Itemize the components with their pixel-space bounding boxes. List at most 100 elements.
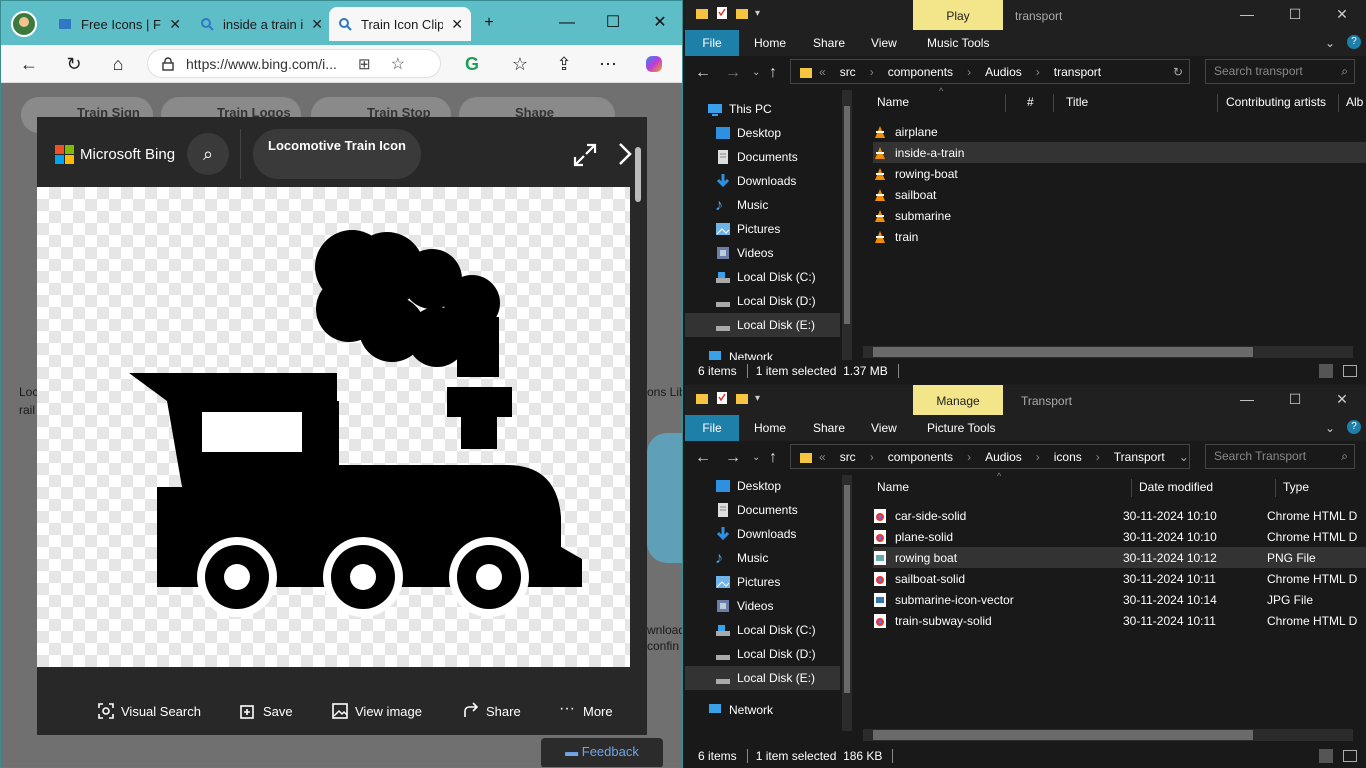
forward-arrow-icon[interactable]: → [725,449,741,467]
column-separator[interactable] [1131,479,1132,497]
tab-train-icon-clip[interactable]: Train Icon Clip ✕ [329,7,471,41]
ribbon-collapse-icon[interactable]: ⌄ [1325,415,1335,441]
chevron-right-icon[interactable] [615,139,635,169]
nav-network[interactable]: Network [685,698,840,722]
column-separator[interactable] [1275,479,1276,497]
context-tab-manage[interactable]: Manage [913,385,1003,415]
share-button[interactable]: Share [462,702,521,720]
bing-logo[interactable]: Microsoft Bing [55,145,175,164]
share-icon[interactable]: ⇪ [551,51,577,77]
address-bar[interactable]: https://www.bing.com/i... ⊞ ☆ [147,49,441,78]
nav-documents[interactable]: Documents [685,145,840,169]
horizontal-scrollbar[interactable] [863,346,1353,358]
nav-music[interactable]: ♪ Music [685,193,840,217]
path-box[interactable]: « src › components › Audios › icons › Transp… [790,444,1190,469]
more-menu-icon[interactable]: ⋯ [595,51,621,77]
file-row[interactable]: submarine-icon-vector 30-11-2024 10:14 JPG… [873,589,1366,610]
nav-local-disk-c[interactable]: Local Disk (C:) [685,618,840,642]
minimize-icon[interactable]: — [1237,6,1257,22]
file-row[interactable]: plane-solid 30-11-2024 10:10 Chrome HTML D [873,526,1366,547]
up-arrow-icon[interactable]: ↑ [769,64,777,82]
back-arrow-icon[interactable]: ← [695,449,711,467]
path-box[interactable]: « src › components › Audios › transport ↻ [790,59,1190,84]
folder-icon[interactable] [695,6,709,20]
column-separator[interactable] [1053,94,1054,112]
file-row[interactable]: submarine [873,205,1366,226]
ribbon-tab-share[interactable]: Share [813,30,845,56]
copilot-icon[interactable] [641,51,667,77]
nav-pictures[interactable]: Pictures [685,217,840,241]
horizontal-scrollbar[interactable] [863,729,1353,741]
home-icon[interactable]: ⌂ [105,51,131,77]
file-row[interactable]: sailboat [873,184,1366,205]
back-arrow-icon[interactable]: ← [16,51,42,77]
favorites-icon[interactable]: ☆ [507,51,533,77]
help-icon[interactable]: ? [1347,35,1361,49]
nav-local-disk-d[interactable]: Local Disk (D:) [685,642,840,666]
scrollbar-thumb[interactable] [873,730,1253,740]
back-arrow-icon[interactable]: ← [695,64,711,82]
path-overflow[interactable]: « [819,65,826,79]
path-segment[interactable]: components [888,65,953,79]
details-view-icon[interactable] [1319,364,1333,378]
new-tab-icon[interactable]: + [477,11,501,35]
file-row[interactable]: airplane [873,121,1366,142]
close-tab-icon[interactable]: ✕ [451,16,463,33]
file-row[interactable]: rowing-boat [873,163,1366,184]
lock-icon[interactable] [162,56,174,71]
nav-local-disk-e[interactable]: Local Disk (E:) [685,313,840,337]
path-segment[interactable]: src [840,65,856,79]
close-window-icon[interactable]: ✕ [1332,391,1352,408]
nav-this-pc[interactable]: This PC [685,97,840,121]
column-header-type[interactable]: Type [1283,475,1309,499]
favorite-star-icon[interactable]: ☆ [391,54,405,74]
file-row[interactable]: car-side-solid 30-11-2024 10:10 Chrome HTM… [873,505,1366,526]
properties-icon[interactable] [715,6,729,20]
help-icon[interactable]: ? [1347,420,1361,434]
column-separator[interactable] [1338,94,1339,112]
tab-inside-a-train[interactable]: inside a train ic ✕ [191,7,331,41]
path-segment[interactable]: src [840,450,856,464]
grammarly-icon[interactable]: G [459,51,485,77]
nav-scrollbar-thumb[interactable] [844,485,850,693]
visual-search-button[interactable]: Visual Search [97,702,201,720]
file-row[interactable]: train-subway-solid 30-11-2024 10:11 Chrome… [873,610,1366,631]
ribbon-tab-share[interactable]: Share [813,415,845,441]
save-button[interactable]: Save [239,702,293,720]
nav-local-disk-d[interactable]: Local Disk (D:) [685,289,840,313]
preview-image[interactable] [37,187,630,667]
apps-icon[interactable]: ⊞ [358,55,371,73]
feedback-button[interactable]: ▬ Feedback [541,738,663,767]
path-segment[interactable]: Audios [985,65,1022,79]
ribbon-tab-file[interactable]: File [685,415,739,441]
nav-pictures[interactable]: Pictures [685,570,840,594]
nav-desktop[interactable]: Desktop [685,121,840,145]
nav-videos[interactable]: Videos [685,594,840,618]
column-separator[interactable] [1005,94,1006,112]
ribbon-tab-file[interactable]: File [685,30,739,56]
close-window-icon[interactable]: ✕ [648,11,672,35]
scrollbar-thumb[interactable] [873,347,1253,357]
ribbon-tab-view[interactable]: View [871,30,897,56]
url-text[interactable]: https://www.bing.com/i... [186,56,346,72]
search-icon[interactable]: ⌕ [187,133,229,175]
ribbon-tab-home[interactable]: Home [754,30,786,56]
file-row[interactable]: sailboat-solid 30-11-2024 10:11 Chrome HTM… [873,568,1366,589]
column-header-date-modified[interactable]: Date modified [1139,475,1213,499]
ribbon-collapse-icon[interactable]: ⌄ [1325,30,1335,56]
ribbon-tab-view[interactable]: View [871,415,897,441]
column-header-number[interactable]: # [1027,90,1034,114]
ribbon-tab-home[interactable]: Home [754,415,786,441]
viewer-scrollbar[interactable] [635,147,641,202]
path-overflow[interactable]: « [819,450,826,464]
column-header-name[interactable]: Name [877,90,909,114]
minimize-icon[interactable]: — [555,11,579,35]
nav-local-disk-e[interactable]: Local Disk (E:) [685,666,840,690]
close-window-icon[interactable]: ✕ [1332,6,1352,23]
customize-dropdown-icon[interactable]: ▾ [755,8,760,19]
column-header-title[interactable]: Title [1066,90,1088,114]
file-row[interactable]: inside-a-train [873,142,1366,163]
profile-avatar[interactable] [11,11,37,37]
close-tab-icon[interactable]: ✕ [311,16,323,33]
path-segment[interactable]: Transport [1114,450,1165,464]
